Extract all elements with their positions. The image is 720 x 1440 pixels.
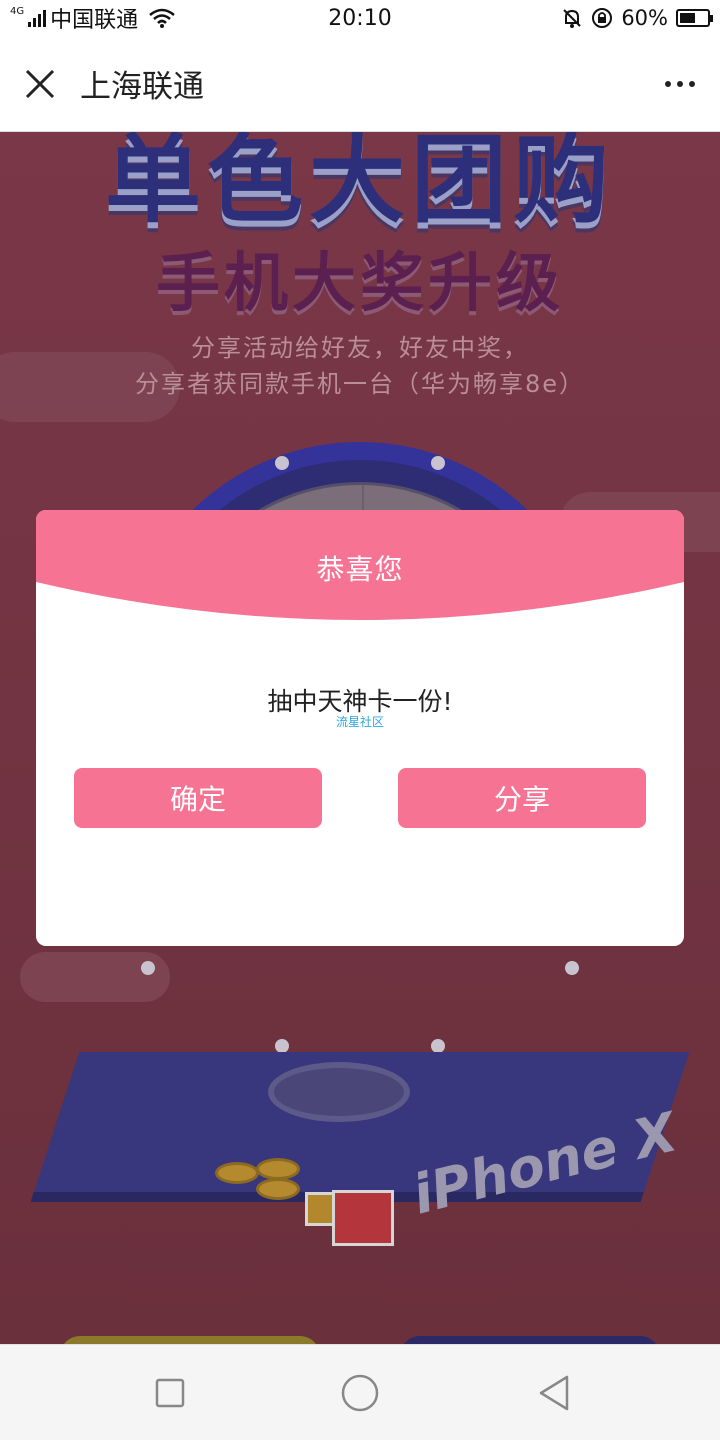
triangle-back-icon <box>539 1375 569 1411</box>
circle-icon <box>341 1374 379 1412</box>
status-right: 60% <box>510 6 713 30</box>
more-button[interactable] <box>640 36 720 132</box>
network-type: 4G <box>10 5 25 17</box>
close-icon <box>25 69 55 98</box>
signal-icon <box>28 9 47 27</box>
dialog-title: 恭喜您 <box>316 553 404 586</box>
share-button[interactable]: 分享 <box>398 768 646 828</box>
rotation-lock-icon <box>592 8 613 28</box>
back-button[interactable] <box>524 1365 584 1421</box>
recent-apps-button[interactable] <box>140 1365 200 1421</box>
prize-dialog: 恭喜您 抽中天神卡一份! 流星社区 确定 分享 <box>36 510 684 946</box>
battery-icon <box>676 9 713 27</box>
wifi-icon <box>149 8 175 28</box>
home-button[interactable] <box>330 1365 390 1421</box>
battery-percent: 60% <box>621 6 668 30</box>
more-icon <box>665 80 671 87</box>
square-icon <box>155 1378 185 1408</box>
carrier-name: 中国联通 <box>50 8 139 33</box>
mute-bell-icon <box>563 9 582 28</box>
page-title: 上海联通 <box>80 69 204 105</box>
system-nav-bar <box>0 1344 720 1440</box>
clock: 20:10 <box>328 5 392 31</box>
watermark: 流星社区 <box>335 715 384 729</box>
dialog-header: 恭喜您 <box>36 510 684 620</box>
confirm-button[interactable]: 确定 <box>74 768 322 828</box>
title-bar: 上海联通 <box>0 36 720 132</box>
status-bar: 4G 中国联通 20:10 60% <box>0 0 720 36</box>
close-button[interactable] <box>0 36 80 132</box>
